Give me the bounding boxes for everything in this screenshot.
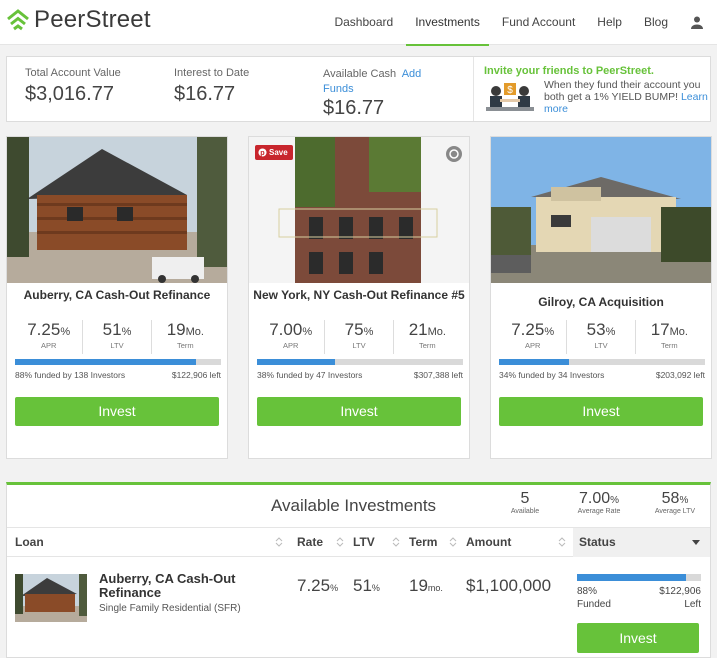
- amount-left: $122,906 left: [171, 370, 221, 380]
- funding-progress-bar: [499, 359, 705, 365]
- save-button[interactable]: p Save: [255, 145, 293, 160]
- card-title[interactable]: New York, NY Cash-Out Refinance #5: [249, 289, 469, 302]
- logo[interactable]: PeerStreet: [6, 6, 151, 34]
- available-investments-title: Available Investments: [271, 496, 437, 515]
- funded-text: 38% funded by 47 Investors: [257, 370, 363, 380]
- card-rate: 7.00% APR: [269, 320, 313, 350]
- amount-left: $203,092 left: [655, 370, 705, 380]
- interest-to-date: Interest to Date $16.77: [174, 67, 250, 105]
- user-icon[interactable]: [685, 0, 709, 45]
- loan-rate: 7.25%: [297, 576, 339, 595]
- table-header: Loan Rate LTV Term Amount Status: [7, 527, 710, 557]
- property-photo: [491, 137, 711, 283]
- account-summary: Total Account Value $3,016.77 Interest t…: [6, 56, 711, 122]
- sort-icon[interactable]: [336, 537, 344, 547]
- funded-label: Funded: [577, 599, 611, 610]
- nav-investments[interactable]: Investments: [404, 0, 491, 46]
- available-cash: Available Cash Add Funds $16.77: [323, 68, 422, 119]
- main-nav: Dashboard Investments Fund Account Help …: [323, 0, 709, 46]
- sort-icon[interactable]: [392, 537, 400, 547]
- loan-title[interactable]: Auberry, CA Cash-Out Refinance: [99, 572, 269, 600]
- pinterest-icon: p: [258, 148, 267, 157]
- sort-icon[interactable]: [275, 537, 283, 547]
- sort-desc-icon: [692, 540, 700, 545]
- property-photo: [7, 137, 227, 283]
- sort-icon[interactable]: [449, 537, 457, 547]
- nav-fund-account[interactable]: Fund Account: [491, 0, 586, 45]
- peerstreet-logo-icon: [7, 9, 29, 31]
- loan-term: 19mo.: [409, 576, 443, 595]
- invest-button[interactable]: Invest: [577, 623, 699, 653]
- invest-button[interactable]: Invest: [499, 397, 703, 426]
- invest-button[interactable]: Invest: [257, 397, 461, 426]
- property-thumbnail: [15, 574, 87, 622]
- investment-card[interactable]: p Save New York, NY Cash-Out Refinance #…: [248, 136, 470, 459]
- card-rate: 7.25% APR: [27, 320, 71, 350]
- invite-text: When they fund their account you both ge…: [544, 79, 701, 103]
- nav-help[interactable]: Help: [586, 0, 633, 45]
- invest-button[interactable]: Invest: [15, 397, 219, 426]
- nav-blog[interactable]: Blog: [633, 0, 679, 45]
- loan-status: 88% Funded $122,906 Left Invest: [573, 557, 710, 657]
- funded-text: 34% funded by 34 Investors: [499, 370, 605, 380]
- investment-card[interactable]: Auberry, CA Cash-Out Refinance 7.25% APR…: [6, 136, 228, 459]
- svg-text:p: p: [260, 148, 265, 157]
- top-nav-bar: PeerStreet Dashboard Investments Fund Ac…: [0, 0, 717, 46]
- card-term: 21Mo. Term: [392, 320, 461, 354]
- available-investments-panel: Available Investments 5 Available 7.00% …: [6, 482, 711, 658]
- loan-ltv: 51%: [353, 576, 380, 595]
- loan-amount: $1,100,000: [466, 576, 552, 595]
- card-ltv: 53% LTV: [566, 320, 634, 354]
- logo-text: PeerStreet: [34, 6, 151, 33]
- column-ltv[interactable]: LTV: [353, 528, 375, 557]
- amount-left: $307,388 left: [413, 370, 463, 380]
- funded-text: 88% funded by 138 Investors: [15, 370, 126, 380]
- left-label: Left: [684, 599, 701, 610]
- available-count: 5 Available: [510, 490, 540, 515]
- funding-progress-bar: [15, 359, 221, 365]
- left-amount: $122,906: [659, 586, 701, 597]
- card-ltv: 51% LTV: [82, 320, 150, 354]
- sort-icon[interactable]: [558, 537, 566, 547]
- column-rate[interactable]: Rate: [297, 528, 323, 557]
- invite-title: Invite your friends to PeerStreet.: [484, 65, 654, 77]
- table-row[interactable]: Auberry, CA Cash-Out Refinance Single Fa…: [7, 557, 710, 657]
- investment-card[interactable]: Gilroy, CA Acquisition 7.25% APR 53% LTV…: [490, 136, 712, 459]
- card-term: 17Mo. Term: [634, 320, 703, 354]
- card-rate: 7.25% APR: [511, 320, 555, 350]
- funding-progress-bar: [577, 574, 701, 581]
- column-term[interactable]: Term: [409, 528, 437, 557]
- card-ltv: 75% LTV: [324, 320, 392, 354]
- column-status[interactable]: Status: [573, 528, 710, 557]
- referral-illustration: $: [486, 83, 534, 111]
- funded-percent: 88%: [577, 586, 598, 597]
- funding-progress-bar: [257, 359, 463, 365]
- card-title[interactable]: Gilroy, CA Acquisition: [491, 296, 711, 309]
- average-rate: 7.00% Average Rate: [577, 490, 621, 515]
- svg-text:$: $: [507, 85, 513, 96]
- column-loan[interactable]: Loan: [15, 528, 44, 557]
- card-title[interactable]: Auberry, CA Cash-Out Refinance: [7, 289, 227, 302]
- nav-dashboard[interactable]: Dashboard: [323, 0, 404, 45]
- invite-panel: Invite your friends to PeerStreet. $ Whe…: [473, 57, 711, 121]
- average-ltv: 58% Average LTV: [654, 490, 696, 515]
- column-amount[interactable]: Amount: [466, 528, 511, 557]
- expand-icon[interactable]: [445, 145, 463, 163]
- total-account-value: Total Account Value $3,016.77: [25, 67, 121, 105]
- card-term: 19Mo. Term: [150, 320, 219, 354]
- loan-type: Single Family Residential (SFR): [99, 603, 241, 614]
